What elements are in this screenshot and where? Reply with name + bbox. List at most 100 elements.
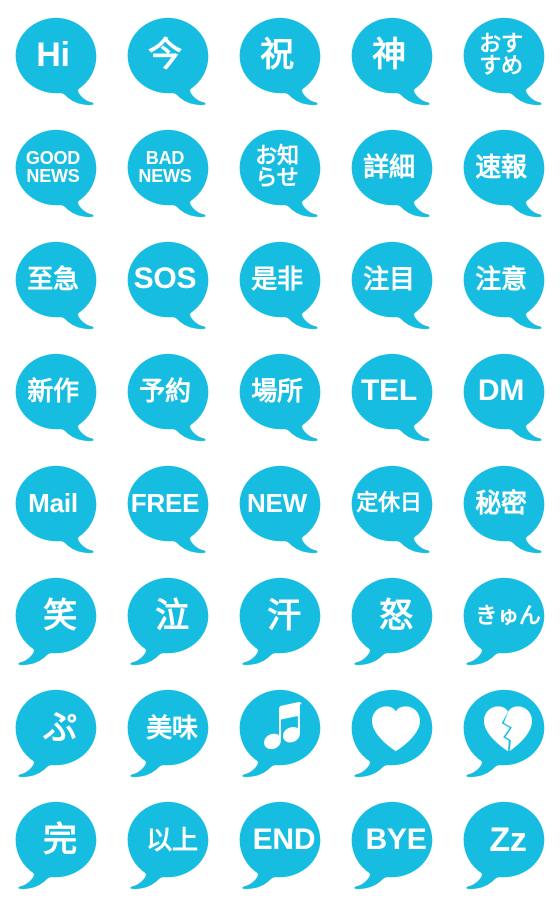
sticker-zehi[interactable]: 是非 xyxy=(224,230,336,342)
sticker-sos[interactable]: SOS xyxy=(112,230,224,342)
speech-bubble-free: FREE xyxy=(120,462,216,558)
sticker-shikyuu[interactable]: 至急 xyxy=(0,230,112,342)
speech-bubble-icon xyxy=(15,17,97,105)
speech-bubble-naki: 泣 xyxy=(120,574,216,670)
speech-bubble-icon xyxy=(463,465,545,553)
sticker-teikyuubi[interactable]: 定休日 xyxy=(336,454,448,566)
speech-bubble-kan: 完 xyxy=(8,798,104,894)
sticker-kami[interactable]: 神 xyxy=(336,6,448,118)
speech-bubble-mail: Mail xyxy=(8,462,104,558)
speech-bubble-icon xyxy=(127,577,209,665)
speech-bubble-music xyxy=(232,686,328,782)
speech-bubble-icon xyxy=(351,465,433,553)
speech-bubble-icon xyxy=(239,801,321,889)
sticker-kyun[interactable]: きゅん xyxy=(448,566,560,678)
speech-bubble-ijou: 以上 xyxy=(120,798,216,894)
speech-bubble-oshirase: お知 らせ xyxy=(232,126,328,222)
speech-bubble-icon xyxy=(463,129,545,217)
speech-bubble-icon xyxy=(15,241,97,329)
heart-icon xyxy=(370,705,422,752)
speech-bubble-basho: 場所 xyxy=(232,350,328,446)
speech-bubble-heart xyxy=(344,686,440,782)
speech-bubble-shousai: 詳細 xyxy=(344,126,440,222)
sticker-ima[interactable]: 今 xyxy=(112,6,224,118)
speech-bubble-kami: 神 xyxy=(344,14,440,110)
speech-bubble-new: NEW xyxy=(232,462,328,558)
speech-bubble-sos: SOS xyxy=(120,238,216,334)
sticker-bye[interactable]: BYE xyxy=(336,790,448,902)
sticker-broken[interactable] xyxy=(448,678,560,790)
sticker-new[interactable]: NEW xyxy=(224,454,336,566)
speech-bubble-icon xyxy=(127,689,209,777)
speech-bubble-icon xyxy=(463,17,545,105)
sticker-end[interactable]: END xyxy=(224,790,336,902)
speech-bubble-icon xyxy=(15,353,97,441)
speech-bubble-icon xyxy=(351,577,433,665)
speech-bubble-bad-news: BAD NEWS xyxy=(120,126,216,222)
speech-bubble-icon xyxy=(239,241,321,329)
speech-bubble-icon xyxy=(351,801,433,889)
sticker-dm[interactable]: DM xyxy=(448,342,560,454)
speech-bubble-sokuhou: 速報 xyxy=(456,126,552,222)
emoji-sticker-sheet: Hi 今祝神おす すめ GOOD NEWS BAD NEWS お知 らせ 詳細 速報至急 SO… xyxy=(0,0,560,896)
sticker-chuumoku[interactable]: 注目 xyxy=(336,230,448,342)
sticker-mail[interactable]: Mail xyxy=(0,454,112,566)
sticker-oshirase[interactable]: お知 らせ xyxy=(224,118,336,230)
speech-bubble-icon xyxy=(351,129,433,217)
speech-bubble-chuumoku: 注目 xyxy=(344,238,440,334)
speech-bubble-oishii: 美味 xyxy=(120,686,216,782)
sticker-oishii[interactable]: 美味 xyxy=(112,678,224,790)
sticker-music[interactable] xyxy=(224,678,336,790)
speech-bubble-icon xyxy=(239,353,321,441)
speech-bubble-icon xyxy=(127,465,209,553)
speech-bubble-icon xyxy=(15,465,97,553)
sticker-naki[interactable]: 泣 xyxy=(112,566,224,678)
sticker-heart[interactable] xyxy=(336,678,448,790)
speech-bubble-bye: BYE xyxy=(344,798,440,894)
speech-bubble-himitsu: 秘密 xyxy=(456,462,552,558)
speech-bubble-ima: 今 xyxy=(120,14,216,110)
sticker-ase[interactable]: 汗 xyxy=(224,566,336,678)
sticker-ijou[interactable]: 以上 xyxy=(112,790,224,902)
speech-bubble-icon xyxy=(15,689,97,777)
speech-bubble-icon xyxy=(463,577,545,665)
speech-bubble-yoyaku: 予約 xyxy=(120,350,216,446)
speech-bubble-shinsaku: 新作 xyxy=(8,350,104,446)
speech-bubble-osusume: おす すめ xyxy=(456,14,552,110)
speech-bubble-zz: Zz xyxy=(456,798,552,894)
speech-bubble-icon xyxy=(15,129,97,217)
speech-bubble-icon xyxy=(127,353,209,441)
sticker-chuui[interactable]: 注意 xyxy=(448,230,560,342)
sticker-himitsu[interactable]: 秘密 xyxy=(448,454,560,566)
sticker-osusume[interactable]: おす すめ xyxy=(448,6,560,118)
speech-bubble-iwai: 祝 xyxy=(232,14,328,110)
sticker-basho[interactable]: 場所 xyxy=(224,342,336,454)
sticker-shousai[interactable]: 詳細 xyxy=(336,118,448,230)
speech-bubble-ikari: 怒 xyxy=(344,574,440,670)
sticker-zz[interactable]: Zz xyxy=(448,790,560,902)
sticker-iwai[interactable]: 祝 xyxy=(224,6,336,118)
speech-bubble-icon xyxy=(351,17,433,105)
speech-bubble-icon xyxy=(463,241,545,329)
sticker-ikari[interactable]: 怒 xyxy=(336,566,448,678)
speech-bubble-ase: 汗 xyxy=(232,574,328,670)
sticker-sokuhou[interactable]: 速報 xyxy=(448,118,560,230)
speech-bubble-kyun: きゅん xyxy=(456,574,552,670)
sticker-tel[interactable]: TEL xyxy=(336,342,448,454)
speech-bubble-teikyuubi: 定休日 xyxy=(344,462,440,558)
speech-bubble-pu: ぷ xyxy=(8,686,104,782)
sticker-shinsaku[interactable]: 新作 xyxy=(0,342,112,454)
speech-bubble-icon xyxy=(15,577,97,665)
sticker-warai[interactable]: 笑 xyxy=(0,566,112,678)
sticker-kan[interactable]: 完 xyxy=(0,790,112,902)
broken-heart-icon xyxy=(482,705,534,752)
speech-bubble-shikyuu: 至急 xyxy=(8,238,104,334)
sticker-yoyaku[interactable]: 予約 xyxy=(112,342,224,454)
speech-bubble-zehi: 是非 xyxy=(232,238,328,334)
sticker-pu[interactable]: ぷ xyxy=(0,678,112,790)
sticker-bad-news[interactable]: BAD NEWS xyxy=(112,118,224,230)
sticker-hi[interactable]: Hi xyxy=(0,6,112,118)
speech-bubble-icon xyxy=(15,801,97,889)
sticker-good-news[interactable]: GOOD NEWS xyxy=(0,118,112,230)
sticker-free[interactable]: FREE xyxy=(112,454,224,566)
